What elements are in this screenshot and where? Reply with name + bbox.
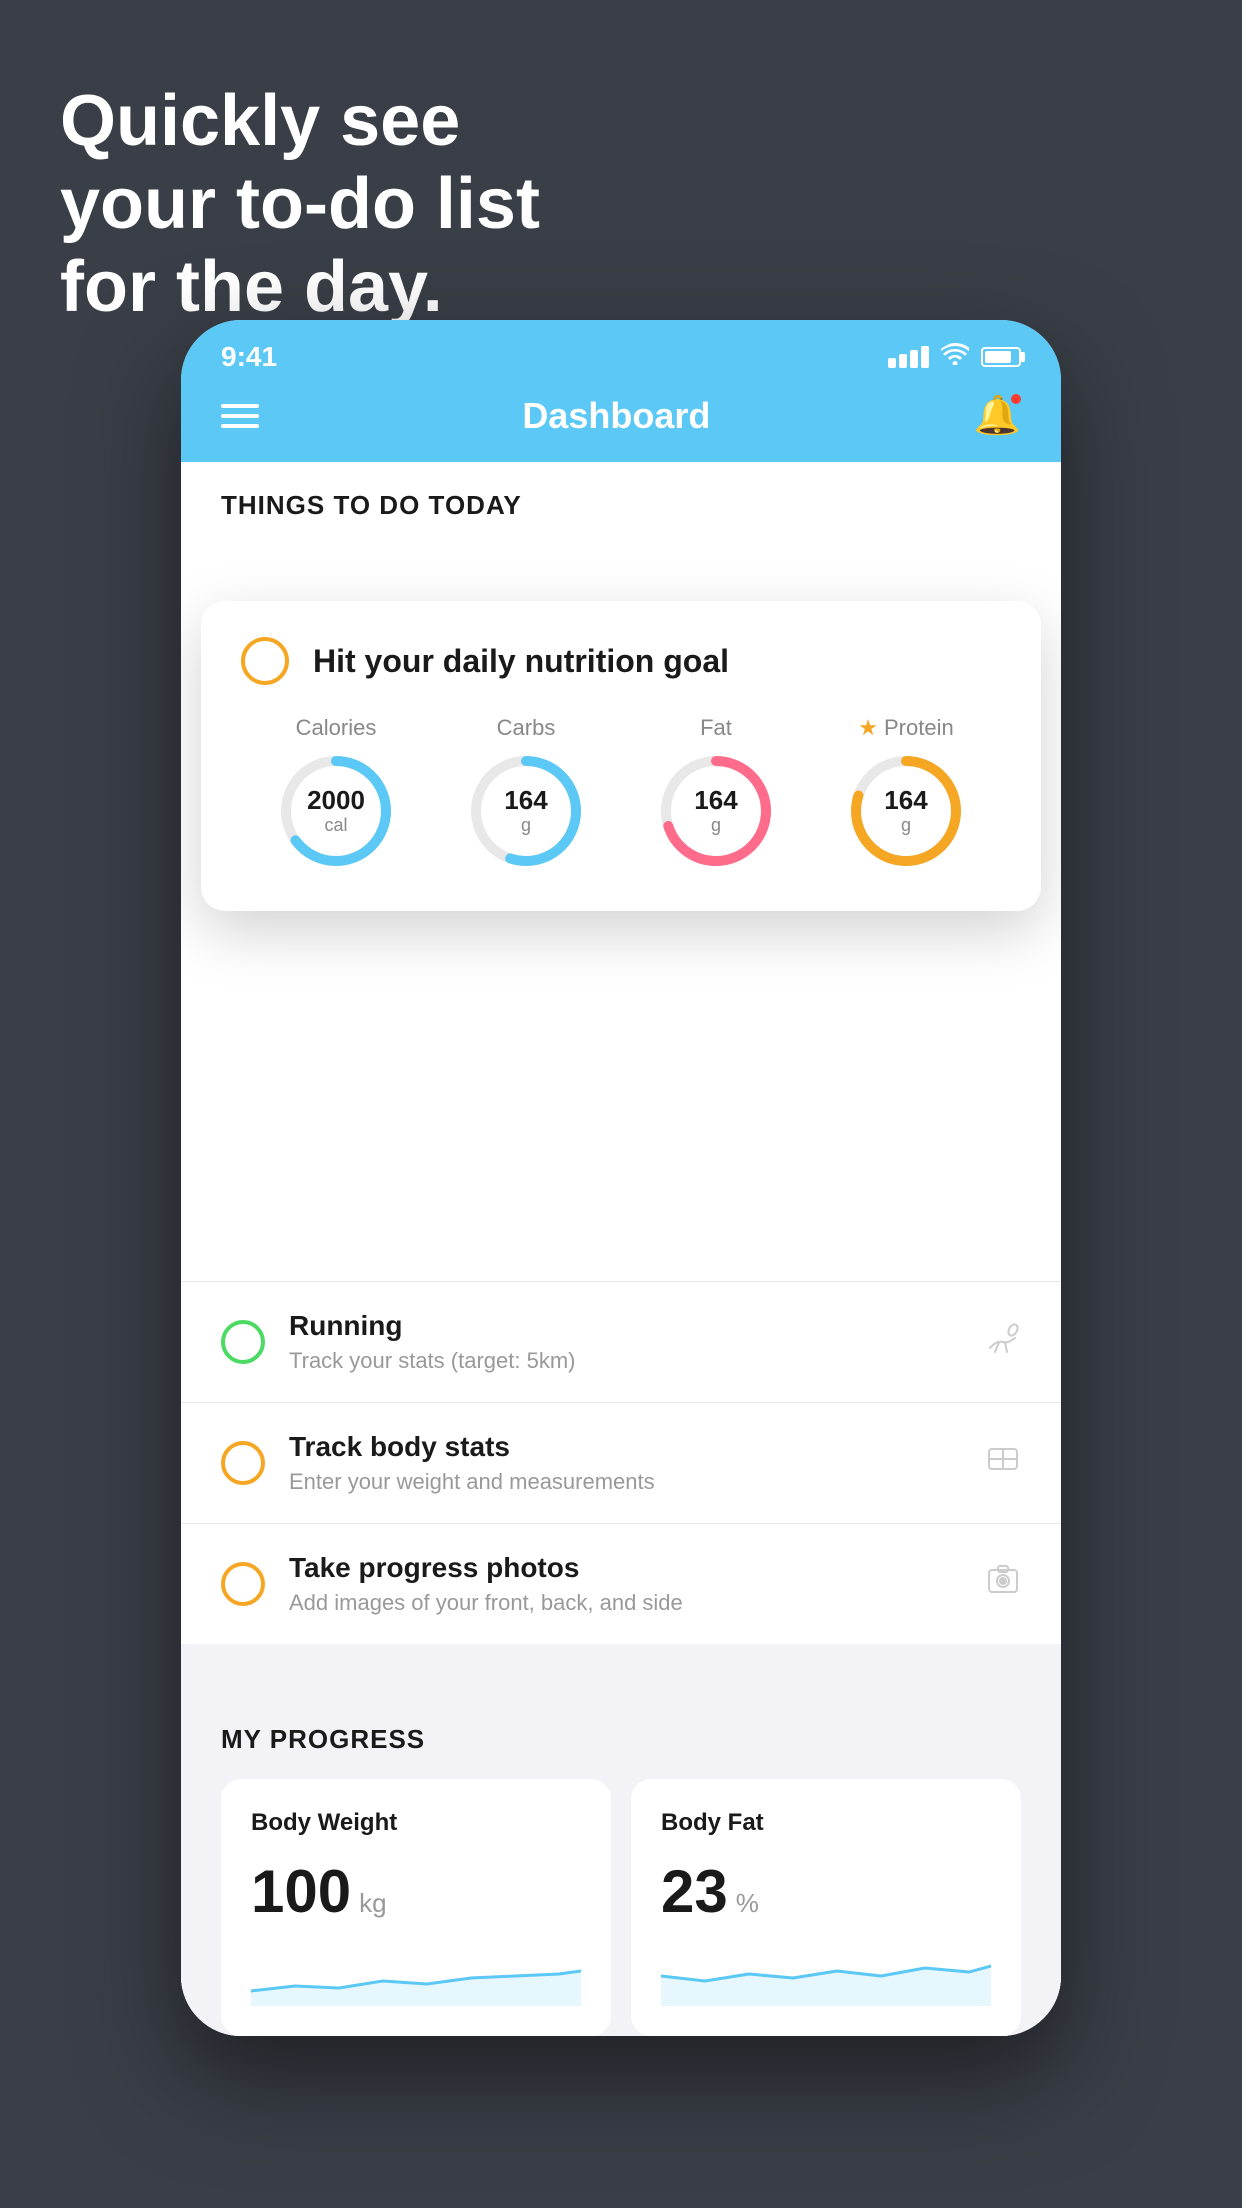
hero-line-2: your to-do list xyxy=(60,163,540,246)
progress-section: MY PROGRESS Body Weight 100 kg xyxy=(181,1684,1061,2036)
carbs-circle: 164 g xyxy=(466,751,586,871)
status-icons xyxy=(888,343,1021,371)
running-subtitle: Track your stats (target: 5km) xyxy=(289,1348,985,1374)
body-fat-value: 23 % xyxy=(661,1857,991,1926)
nutrition-card-title: Hit your daily nutrition goal xyxy=(313,643,729,680)
nutrition-circles: Calories 2000 cal xyxy=(241,715,1001,871)
body-fat-title: Body Fat xyxy=(661,1809,991,1837)
body-fat-unit: % xyxy=(736,1888,759,1919)
protein-label: ★ Protein xyxy=(858,715,953,741)
body-weight-chart xyxy=(251,1946,581,2006)
body-stats-text: Track body stats Enter your weight and m… xyxy=(289,1431,985,1495)
hero-line-1: Quickly see xyxy=(60,80,540,163)
phone-frame: 9:41 Dashboard 🔔 TH xyxy=(181,320,1061,2036)
section-header: THINGS TO DO TODAY xyxy=(181,462,1061,541)
body-weight-title: Body Weight xyxy=(251,1809,581,1837)
nutrition-checkbox[interactable] xyxy=(241,637,289,685)
running-title: Running xyxy=(289,1310,985,1342)
body-weight-value: 100 kg xyxy=(251,1857,581,1926)
signal-icon xyxy=(888,346,929,368)
nutrition-fat: Fat 164 g xyxy=(656,715,776,871)
photos-text: Take progress photos Add images of your … xyxy=(289,1552,985,1616)
body-fat-chart xyxy=(661,1946,991,2006)
status-bar: 9:41 xyxy=(181,320,1061,380)
protein-circle: 164 g xyxy=(846,751,966,871)
status-time: 9:41 xyxy=(221,341,277,373)
nutrition-carbs: Carbs 164 g xyxy=(466,715,586,871)
running-checkbox[interactable] xyxy=(221,1320,265,1364)
todo-item-body-stats[interactable]: Track body stats Enter your weight and m… xyxy=(181,1402,1061,1523)
battery-icon xyxy=(981,347,1021,367)
body-stats-title: Track body stats xyxy=(289,1431,985,1463)
todo-item-photos[interactable]: Take progress photos Add images of your … xyxy=(181,1523,1061,1644)
calories-label: Calories xyxy=(296,715,377,741)
hamburger-menu[interactable] xyxy=(221,404,259,428)
body-stats-icon xyxy=(985,1441,1021,1485)
section-title: THINGS TO DO TODAY xyxy=(221,490,1021,521)
star-icon: ★ xyxy=(858,715,878,741)
nav-bar: Dashboard 🔔 xyxy=(181,380,1061,462)
wifi-icon xyxy=(941,343,969,371)
body-fat-card: Body Fat 23 % xyxy=(631,1779,1021,2036)
todo-list: Running Track your stats (target: 5km) xyxy=(181,961,1061,2036)
todo-item-running[interactable]: Running Track your stats (target: 5km) xyxy=(181,1281,1061,1402)
photos-title: Take progress photos xyxy=(289,1552,985,1584)
body-weight-unit: kg xyxy=(359,1888,386,1919)
photos-icon xyxy=(985,1562,1021,1606)
body-fat-number: 23 xyxy=(661,1857,728,1926)
body-stats-checkbox[interactable] xyxy=(221,1441,265,1485)
card-header: Hit your daily nutrition goal xyxy=(241,637,1001,685)
nutrition-calories: Calories 2000 cal xyxy=(276,715,396,871)
photos-checkbox[interactable] xyxy=(221,1562,265,1606)
progress-cards: Body Weight 100 kg xyxy=(221,1779,1021,2036)
nav-title: Dashboard xyxy=(522,395,710,437)
hero-text: Quickly see your to-do list for the day. xyxy=(60,80,540,328)
progress-title: MY PROGRESS xyxy=(221,1724,1021,1755)
bell-button[interactable]: 🔔 xyxy=(974,394,1021,438)
body-weight-card: Body Weight 100 kg xyxy=(221,1779,611,2036)
body-stats-subtitle: Enter your weight and measurements xyxy=(289,1469,985,1495)
nutrition-protein: ★ Protein 164 g xyxy=(846,715,966,871)
fat-circle: 164 g xyxy=(656,751,776,871)
nutrition-card: Hit your daily nutrition goal Calories xyxy=(201,601,1041,911)
hero-line-3: for the day. xyxy=(60,246,540,329)
body-weight-number: 100 xyxy=(251,1857,351,1926)
photos-subtitle: Add images of your front, back, and side xyxy=(289,1590,985,1616)
fat-label: Fat xyxy=(700,715,732,741)
carbs-label: Carbs xyxy=(497,715,556,741)
app-content: THINGS TO DO TODAY Hit your daily nutrit… xyxy=(181,462,1061,2036)
running-icon xyxy=(985,1320,1021,1364)
calories-circle: 2000 cal xyxy=(276,751,396,871)
running-text: Running Track your stats (target: 5km) xyxy=(289,1310,985,1374)
notification-badge xyxy=(1009,392,1023,406)
